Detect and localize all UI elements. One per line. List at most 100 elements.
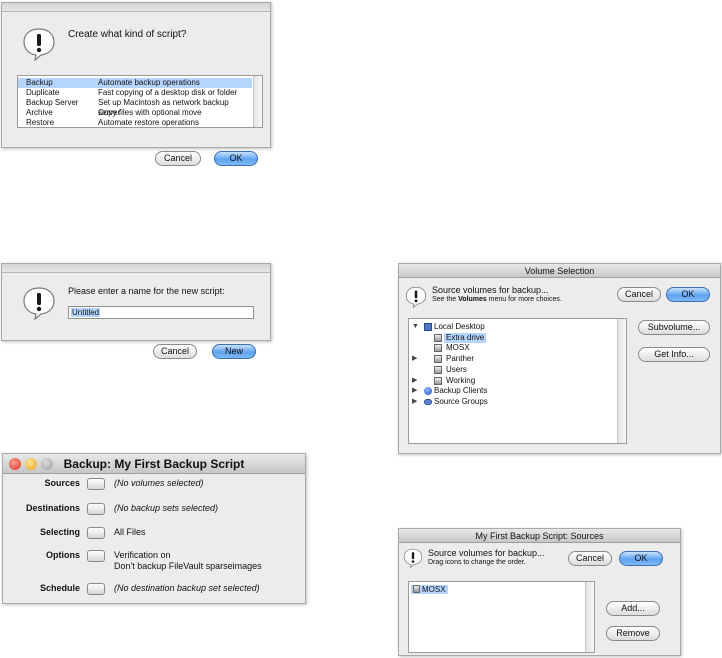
tree-item-label: Local Desktop	[434, 322, 485, 331]
list-item[interactable]: Restore Automate restore operations	[18, 118, 252, 127]
options-value-2: Don't backup FileVault sparseimages	[114, 561, 262, 571]
list-item[interactable]: Backup Automate backup operations	[18, 78, 252, 88]
option-name: Backup	[26, 78, 53, 87]
create-script-dialog: Create what kind of script? Backup Autom…	[1, 2, 271, 148]
sources-button[interactable]	[87, 478, 105, 490]
option-description: Fast copying of a desktop disk or folder	[98, 88, 238, 97]
hint-suffix: menu for more choices.	[486, 296, 562, 303]
window-titlebar[interactable]: My First Backup Script: Sources	[399, 529, 680, 543]
sources-label: Sources	[44, 478, 80, 488]
alert-icon	[403, 548, 423, 568]
option-name: Archive	[26, 108, 53, 117]
alert-icon	[22, 286, 56, 320]
sources-window: My First Backup Script: Sources Source v…	[398, 528, 681, 656]
window-titlebar[interactable]: Volume Selection	[399, 264, 720, 278]
disk-icon	[413, 585, 420, 593]
network-icon	[424, 387, 432, 395]
source-volume-item[interactable]: MOSX	[411, 585, 448, 595]
schedule-button[interactable]	[87, 583, 105, 595]
list-scrollbar[interactable]	[253, 76, 262, 127]
script-type-list[interactable]: Backup Automate backup operations Duplic…	[17, 75, 263, 128]
selecting-value: All Files	[114, 527, 146, 537]
options-value: Verification on	[114, 550, 171, 560]
selecting-label: Selecting	[39, 527, 80, 537]
window-title: My First Backup Script: Sources	[475, 531, 604, 541]
disclosure-expanded-icon[interactable]: ▼	[412, 322, 419, 332]
ok-button[interactable]: OK	[666, 287, 710, 302]
tree-item-label: Panther	[446, 354, 475, 363]
option-description: Automate backup operations	[98, 78, 200, 87]
dialog-hint: See the Volumes menu for more choices.	[432, 296, 562, 303]
group-icon	[424, 399, 432, 405]
new-button[interactable]: New	[212, 344, 256, 359]
get-info-button[interactable]: Get Info...	[638, 347, 710, 362]
disk-icon	[434, 344, 442, 352]
options-button[interactable]	[87, 550, 105, 562]
cancel-button[interactable]: Cancel	[617, 287, 661, 302]
disk-icon	[434, 334, 442, 342]
disk-icon	[434, 355, 442, 363]
disk-icon	[434, 366, 442, 374]
cancel-button[interactable]: Cancel	[153, 344, 197, 359]
option-description: Automate restore operations	[98, 118, 199, 127]
tree-item-label: Extra drive	[444, 333, 487, 343]
sheet-edge	[2, 3, 270, 12]
hint-prefix: See the	[432, 296, 459, 303]
dialog-prompt: Please enter a name for the new script:	[68, 286, 225, 296]
tree-item-label: Users	[446, 365, 467, 374]
sources-list[interactable]: MOSX	[408, 581, 595, 653]
tree-item-label: Working	[446, 376, 476, 385]
sources-scrollbar[interactable]	[585, 582, 594, 652]
computer-icon	[424, 323, 432, 331]
disk-icon	[434, 377, 442, 385]
disclosure-collapsed-icon[interactable]: ▶	[412, 376, 417, 386]
dialog-heading: Source volumes for backup...	[428, 548, 545, 558]
remove-button[interactable]: Remove	[606, 626, 660, 641]
script-name-field[interactable]: Untitled	[68, 306, 254, 319]
tree-item-label: Backup Clients	[434, 386, 488, 395]
list-item[interactable]: Archive Copy files with optional move	[18, 108, 252, 118]
selecting-button[interactable]	[87, 527, 105, 539]
sheet-edge	[2, 264, 270, 273]
alert-icon	[405, 286, 427, 308]
option-name: Backup Server	[26, 98, 79, 107]
option-description: Copy files with optional move	[98, 108, 202, 117]
disclosure-collapsed-icon[interactable]: ▶	[412, 397, 417, 407]
hint-volumes: Volumes	[458, 296, 487, 303]
alert-icon	[22, 27, 56, 61]
zoom-icon[interactable]	[41, 458, 53, 470]
ok-button[interactable]: OK	[619, 551, 663, 566]
name-script-dialog: Please enter a name for the new script: …	[1, 263, 271, 359]
options-label: Options	[46, 550, 80, 560]
script-name-value: Untitled	[71, 308, 101, 317]
list-item[interactable]: Duplicate Fast copying of a desktop disk…	[18, 88, 252, 98]
option-name: Duplicate	[26, 88, 60, 97]
destinations-label: Destinations	[25, 503, 80, 513]
source-volume-label: MOSX	[411, 585, 448, 594]
cancel-button[interactable]: Cancel	[568, 551, 612, 566]
tree-item-label: MOSX	[446, 343, 470, 352]
source-volume-name: MOSX	[422, 585, 446, 594]
disclosure-collapsed-icon[interactable]: ▶	[412, 354, 417, 364]
sources-value: (No volumes selected)	[114, 478, 204, 488]
close-icon[interactable]	[9, 458, 21, 470]
window-title: Volume Selection	[524, 266, 595, 276]
tree-item-label: Source Groups	[434, 397, 488, 406]
add-button[interactable]: Add...	[606, 601, 660, 616]
volume-selection-window: Volume Selection Source volumes for back…	[398, 263, 721, 454]
ok-button[interactable]: OK	[214, 151, 258, 166]
volume-tree[interactable]: ▼ Local Desktop Extra drive MOSX ▶ Panth…	[408, 318, 627, 444]
subvolume-button[interactable]: Subvolume...	[638, 320, 710, 335]
dialog-heading: Source volumes for backup...	[432, 285, 549, 295]
window-title: Backup: My First Backup Script	[63, 457, 245, 471]
minimize-icon[interactable]	[25, 458, 37, 470]
option-name: Restore	[26, 118, 55, 127]
cancel-button[interactable]: Cancel	[155, 151, 201, 166]
dialog-hint: Drag icons to change the order.	[428, 559, 526, 566]
tree-scrollbar[interactable]	[617, 319, 626, 443]
disclosure-collapsed-icon[interactable]: ▶	[412, 386, 417, 396]
schedule-value: (No destination backup set selected)	[114, 583, 260, 593]
destinations-button[interactable]	[87, 503, 105, 515]
list-item[interactable]: Backup Server Set up Macintosh as networ…	[18, 98, 252, 117]
dialog-prompt: Create what kind of script?	[68, 29, 187, 40]
